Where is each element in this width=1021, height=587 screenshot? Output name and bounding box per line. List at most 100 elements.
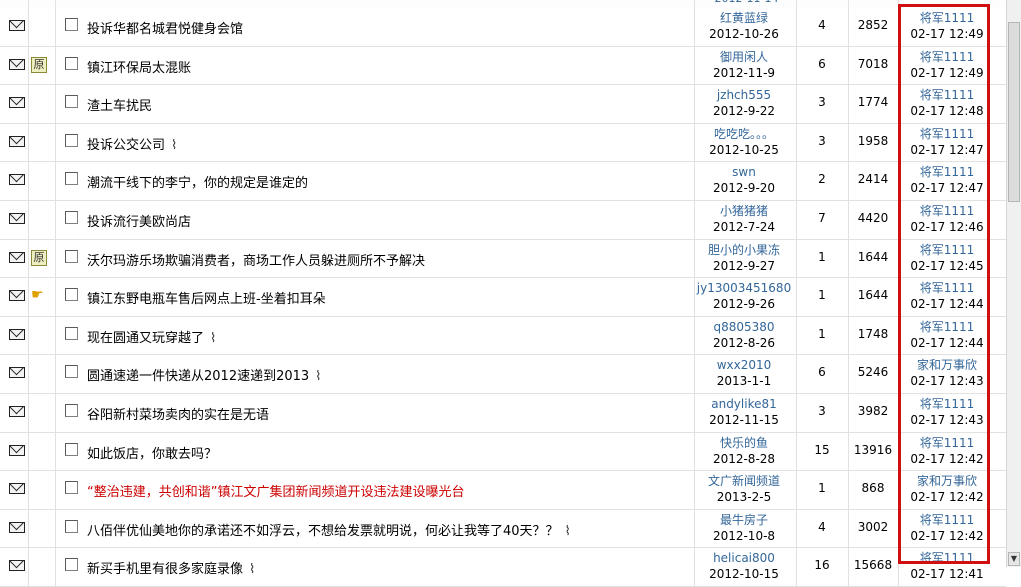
thread-title-text[interactable]: 投诉公交公司 [87,138,165,153]
last-post-time[interactable]: 02-17 12:45 [902,258,992,274]
thread-select-checkbox[interactable] [65,18,78,31]
last-poster-link[interactable]: 将军1111 [902,126,992,142]
author-link[interactable]: 快乐的鱼 [695,435,793,451]
thread-title-link[interactable]: 渣土车扰民 [87,95,152,114]
envelope-icon [9,97,25,109]
last-poster-link[interactable]: 将军1111 [902,242,992,258]
author-link[interactable]: swn [695,164,793,180]
thread-select-checkbox[interactable] [65,249,78,263]
last-post-time[interactable]: 02-17 12:46 [902,219,992,235]
thread-title-text[interactable]: 圆通速递一件快递从2012速递到2013 [87,369,309,384]
last-post-cell: 将军1111 02-17 12:48 [902,87,992,119]
thread-title-link[interactable]: 谷阳新村菜场卖肉的实在是无语 [87,404,269,423]
scrollbar-thumb[interactable] [1008,22,1020,202]
thread-title-link[interactable]: 镇江环保局太混账 [87,57,191,76]
thread-title-link[interactable]: 镇江东野电瓶车售后网点上班-坐着扣耳朵 [87,288,326,307]
thread-title-link[interactable]: 八佰伴优仙美地你的承诺还不如浮云，不想给发票就明说，何必让我等了40天？？ ⌇ [87,520,571,539]
last-poster-link[interactable]: 将军1111 [902,319,992,335]
attachment-paperclip-icon: ⌇ [171,137,178,153]
last-post-time[interactable]: 02-17 12:47 [902,180,992,196]
scroll-down-arrow-icon[interactable]: ▼ [1008,552,1020,566]
thread-author-cell: 快乐的鱼 2012-8-28 [695,435,793,467]
post-date: 2012-10-26 [709,27,779,41]
thread-title-link[interactable]: 沃尔玛游乐场欺骗消费者，商场工作人员躲进厕所不予解决 [87,250,425,269]
thread-title-link[interactable]: 投诉流行美欧尚店 [87,211,191,230]
author-link[interactable]: 文广新闻频道 [695,473,793,489]
last-poster-link[interactable]: 将军1111 [902,203,992,219]
last-poster-link[interactable]: 将军1111 [902,164,992,180]
last-poster-link[interactable]: 将军1111 [902,550,992,566]
thread-title-text[interactable]: 潮流干线下的李宁，你的规定是谁定的 [87,176,308,191]
vertical-scrollbar[interactable]: ▼ [1006,0,1021,567]
thread-select-checkbox[interactable] [65,442,78,456]
thread-title-link[interactable]: 新买手机里有很多家庭录像 ⌇ [87,558,255,577]
thread-title-link[interactable]: 投诉华都名城君悦健身会馆 [87,18,243,37]
thread-title-text[interactable]: “整治违建，共创和谐”镇江文广集团新闻频道开设违法建设曝光台 [87,485,464,500]
last-poster-link[interactable]: 将军1111 [902,396,992,412]
last-post-time[interactable]: 02-17 12:47 [902,142,992,158]
last-poster-link[interactable]: 将军1111 [902,10,992,26]
author-link[interactable]: 胆小的小果冻 [695,242,793,258]
thread-title-text[interactable]: 镇江环保局太混账 [87,61,191,76]
thread-title-text[interactable]: 谷阳新村菜场卖肉的实在是无语 [87,408,269,423]
last-poster-link[interactable]: 将军1111 [902,280,992,296]
thread-title-link[interactable]: 如此饭店，你敢去吗？ [87,443,217,462]
last-poster-link[interactable]: 家和万事欣 [902,357,992,373]
last-post-time[interactable]: 02-17 12:43 [902,373,992,389]
thread-title-text[interactable]: 沃尔玛游乐场欺骗消费者，商场工作人员躲进厕所不予解决 [87,254,425,269]
author-link[interactable]: 吃吃吃。。。 [695,126,793,142]
thread-title-text[interactable]: 如此饭店，你敢去吗？ [87,447,217,462]
author-link[interactable]: jzhch555 [695,87,793,103]
author-link[interactable]: 御用闲人 [695,49,793,65]
thread-select-checkbox[interactable] [65,172,78,186]
thread-select-checkbox[interactable] [65,56,78,70]
thread-title-link[interactable]: 潮流干线下的李宁，你的规定是谁定的 [87,172,308,191]
thread-select-checkbox[interactable] [65,133,78,147]
last-post-time[interactable]: 02-17 12:44 [902,296,992,312]
thread-select-checkbox[interactable] [65,519,78,533]
last-poster-link[interactable]: 将军1111 [902,87,992,103]
thread-select-checkbox[interactable] [65,403,78,417]
last-poster-link[interactable]: 将军1111 [902,512,992,528]
author-link[interactable]: wxx2010 [695,357,793,373]
thread-select-checkbox[interactable] [65,558,78,572]
last-poster-link[interactable]: 将军1111 [902,435,992,451]
thread-select-checkbox[interactable] [65,210,78,224]
author-link[interactable]: q8805380 [695,319,793,335]
author-link[interactable]: jy13003451680 [695,280,793,296]
thread-select-checkbox[interactable] [65,95,78,109]
post-date: 2012-11-15 [709,412,779,427]
thread-title-text[interactable]: 渣土车扰民 [87,99,152,114]
last-post-time[interactable]: 02-17 12:44 [902,335,992,351]
thread-select-checkbox[interactable] [65,481,78,495]
last-post-time[interactable]: 02-17 12:42 [902,451,992,467]
last-post-time[interactable]: 02-17 12:42 [902,489,992,505]
thread-title-text[interactable]: 投诉华都名城君悦健身会馆 [87,22,243,37]
last-post-time[interactable]: 02-17 12:49 [902,65,992,81]
thread-title-link[interactable]: 圆通速递一件快递从2012速递到2013 ⌇ [87,365,322,384]
thread-title-link[interactable]: 现在圆通又玩穿越了 ⌇ [87,327,216,346]
thread-title-link[interactable]: 投诉公交公司 ⌇ [87,134,177,153]
author-link[interactable]: andylike81 [695,396,793,412]
thread-title-text[interactable]: 八佰伴优仙美地你的承诺还不如浮云，不想给发票就明说，何必让我等了40天？？ [87,524,559,539]
last-poster-link[interactable]: 家和万事欣 [902,473,992,489]
author-link[interactable]: 小猪猪猪 [695,203,793,219]
author-link[interactable]: 最牛房子 [695,512,793,528]
thread-select-checkbox[interactable] [65,288,78,302]
last-post-time[interactable]: 02-17 12:42 [902,528,992,544]
last-post-time[interactable]: 02-17 12:48 [902,103,992,119]
view-count: 1958 [857,133,889,148]
thread-title-text[interactable]: 镇江东野电瓶车售后网点上班-坐着扣耳朵 [87,292,326,307]
thread-select-checkbox[interactable] [65,365,78,379]
last-post-time[interactable]: 02-17 12:43 [902,412,992,428]
last-poster-link[interactable]: 将军1111 [902,49,992,65]
thread-title-text[interactable]: 新买手机里有很多家庭录像 [87,562,243,577]
last-post-time[interactable]: 02-17 12:49 [902,26,992,42]
thread-title-text[interactable]: 投诉流行美欧尚店 [87,215,191,230]
thread-title-text[interactable]: 现在圆通又玩穿越了 [87,331,204,346]
thread-title-link[interactable]: “整治违建，共创和谐”镇江文广集团新闻频道开设违法建设曝光台 [87,481,464,500]
author-link[interactable]: helicai800 [695,550,793,566]
thread-select-checkbox[interactable] [65,326,78,340]
author-link[interactable]: 红黄蓝绿 [695,10,793,26]
last-post-time[interactable]: 02-17 12:41 [902,566,992,582]
